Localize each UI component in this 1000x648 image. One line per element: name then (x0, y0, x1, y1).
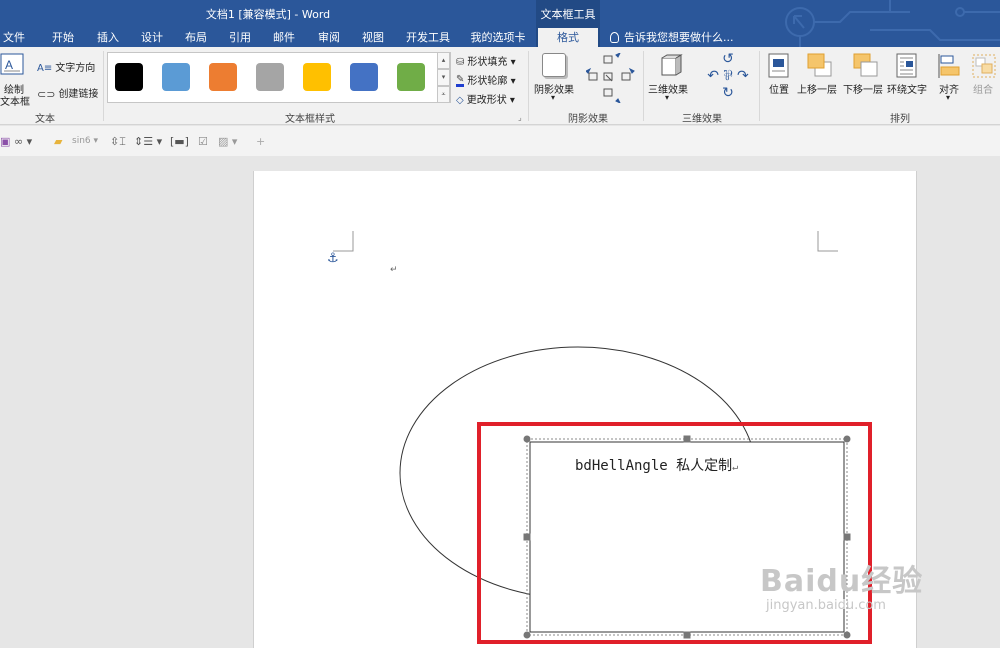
textbox-content[interactable]: bdHellAngle 私人定制↵ (575, 455, 738, 475)
watermark-url: jingyan.baidu.com (766, 598, 886, 613)
document-canvas (333, 231, 872, 644)
textbox-paragraph-mark: ↵ (732, 462, 739, 473)
baidu-watermark: Baidu经验 jingyan.baidu.com (760, 556, 960, 613)
margin-corner-marks (333, 231, 838, 252)
watermark-logo: Baidu经验 (760, 564, 924, 599)
paragraph-mark: ↵ (390, 265, 398, 275)
textbox-text: bdHellAngle 私人定制 (575, 458, 733, 474)
anchor-icon: ⚓ (327, 251, 339, 266)
